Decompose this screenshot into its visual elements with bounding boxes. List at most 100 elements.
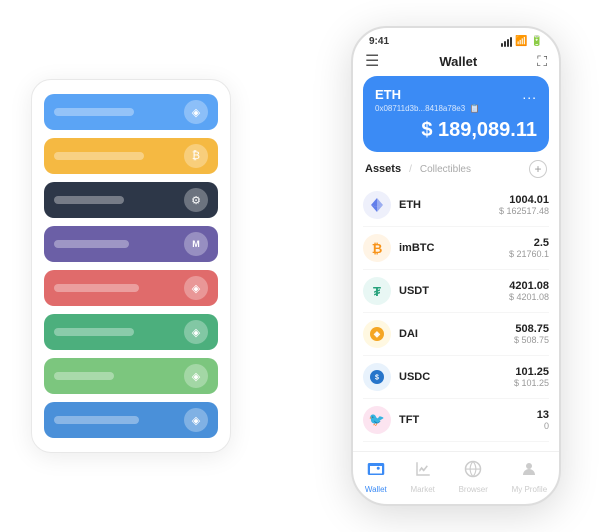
asset-list: ETH 1004.01 $ 162517.48 ₿ imBTC 2.5 $ 21… bbox=[353, 184, 559, 451]
card-bar-7 bbox=[54, 372, 114, 380]
dai-icon: ◈ bbox=[363, 320, 391, 348]
card-coin-icon-5: ◈ bbox=[184, 276, 208, 300]
scene: ◈ ₿ ⚙ M ◈ ◈ ◈ ◈ bbox=[21, 16, 581, 516]
market-nav-icon bbox=[414, 460, 432, 483]
wallet-nav-icon bbox=[367, 460, 385, 483]
eth-card-address: 0x08711d3b...8418a78e3 📋 bbox=[375, 104, 537, 113]
card-coin-icon-7: ◈ bbox=[184, 364, 208, 388]
dai-values: 508.75 $ 508.75 bbox=[514, 323, 549, 345]
phone-mockup: 9:41 📶 🔋 ☰ Wallet ⛶ bbox=[351, 26, 561, 506]
status-bar: 9:41 📶 🔋 bbox=[353, 28, 559, 51]
card-coin-icon-1: ◈ bbox=[184, 100, 208, 124]
tft-values: 13 0 bbox=[537, 409, 549, 431]
eth-card-amount: $ 189,089.11 bbox=[375, 119, 537, 142]
tft-usd: 0 bbox=[537, 421, 549, 431]
imbtc-values: 2.5 $ 21760.1 bbox=[509, 237, 549, 259]
add-asset-button[interactable]: + bbox=[529, 160, 547, 178]
card-bar-5 bbox=[54, 284, 139, 292]
usdt-values: 4201.08 $ 4201.08 bbox=[509, 280, 549, 302]
bottom-nav: Wallet Market Browser My Profile bbox=[353, 451, 559, 504]
eth-amount: 1004.01 bbox=[499, 194, 549, 206]
eth-usd: $ 162517.48 bbox=[499, 206, 549, 216]
menu-icon[interactable]: ☰ bbox=[365, 54, 379, 70]
eth-icon bbox=[363, 191, 391, 219]
battery-icon: 🔋 bbox=[531, 36, 543, 47]
card-stack-item-2[interactable]: ₿ bbox=[44, 138, 218, 174]
eth-card-more-icon[interactable]: ... bbox=[522, 86, 537, 102]
imbtc-usd: $ 21760.1 bbox=[509, 249, 549, 259]
imbtc-icon: ₿ bbox=[363, 234, 391, 262]
card-stack-item-4[interactable]: M bbox=[44, 226, 218, 262]
usdt-name: USDT bbox=[399, 285, 509, 297]
usdt-icon: ₮ bbox=[363, 277, 391, 305]
card-stack-item-8[interactable]: ◈ bbox=[44, 402, 218, 438]
svg-text:$: $ bbox=[375, 375, 379, 382]
card-stack-item-6[interactable]: ◈ bbox=[44, 314, 218, 350]
nav-wallet-label: Wallet bbox=[365, 485, 387, 494]
status-time: 9:41 bbox=[369, 36, 389, 47]
tft-name: TFT bbox=[399, 414, 537, 426]
eth-name: ETH bbox=[399, 199, 499, 211]
eth-card[interactable]: ETH ... 0x08711d3b...8418a78e3 📋 $ 189,0… bbox=[363, 76, 549, 152]
nav-browser[interactable]: Browser bbox=[459, 460, 488, 494]
imbtc-amount: 2.5 bbox=[509, 237, 549, 249]
page-title: Wallet bbox=[439, 54, 477, 69]
eth-card-symbol: ETH bbox=[375, 87, 401, 102]
eth-values: 1004.01 $ 162517.48 bbox=[499, 194, 549, 216]
usdc-usd: $ 101.25 bbox=[514, 378, 549, 388]
asset-row-usdt[interactable]: ₮ USDT 4201.08 $ 4201.08 bbox=[363, 270, 549, 313]
card-coin-icon-4: M bbox=[184, 232, 208, 256]
phone-header: ☰ Wallet ⛶ bbox=[353, 51, 559, 76]
status-icons: 📶 🔋 bbox=[501, 36, 543, 47]
usdc-values: 101.25 $ 101.25 bbox=[514, 366, 549, 388]
card-coin-icon-3: ⚙ bbox=[184, 188, 208, 212]
svg-text:◈: ◈ bbox=[373, 330, 381, 339]
profile-nav-icon bbox=[520, 460, 538, 483]
tft-amount: 13 bbox=[537, 409, 549, 421]
dai-amount: 508.75 bbox=[514, 323, 549, 335]
wifi-icon: 📶 bbox=[515, 36, 527, 47]
card-stack-item-3[interactable]: ⚙ bbox=[44, 182, 218, 218]
asset-row-dai[interactable]: ◈ DAI 508.75 $ 508.75 bbox=[363, 313, 549, 356]
nav-market-label: Market bbox=[410, 485, 434, 494]
card-bar-4 bbox=[54, 240, 129, 248]
assets-header: Assets / Collectibles + bbox=[353, 160, 559, 184]
card-coin-icon-2: ₿ bbox=[184, 144, 208, 168]
asset-row-tft[interactable]: 🐦 TFT 13 0 bbox=[363, 399, 549, 442]
usdc-name: USDC bbox=[399, 371, 514, 383]
card-bar-2 bbox=[54, 152, 144, 160]
card-stack-item-1[interactable]: ◈ bbox=[44, 94, 218, 130]
nav-profile[interactable]: My Profile bbox=[512, 460, 548, 494]
card-bar-8 bbox=[54, 416, 139, 424]
nav-market[interactable]: Market bbox=[410, 460, 434, 494]
nav-browser-label: Browser bbox=[459, 485, 488, 494]
scan-icon[interactable]: ⛶ bbox=[537, 53, 547, 70]
card-stack: ◈ ₿ ⚙ M ◈ ◈ ◈ ◈ bbox=[31, 79, 231, 453]
usdc-amount: 101.25 bbox=[514, 366, 549, 378]
usdc-icon: $ bbox=[363, 363, 391, 391]
tft-icon: 🐦 bbox=[363, 406, 391, 434]
assets-tabs: Assets / Collectibles bbox=[365, 163, 471, 175]
tab-assets[interactable]: Assets bbox=[365, 163, 401, 175]
eth-card-header: ETH ... bbox=[375, 86, 537, 102]
tab-collectibles[interactable]: Collectibles bbox=[420, 164, 471, 175]
asset-row-usdc[interactable]: $ USDC 101.25 $ 101.25 bbox=[363, 356, 549, 399]
nav-wallet[interactable]: Wallet bbox=[365, 460, 387, 494]
dai-name: DAI bbox=[399, 328, 514, 340]
card-stack-item-5[interactable]: ◈ bbox=[44, 270, 218, 306]
card-coin-icon-8: ◈ bbox=[184, 408, 208, 432]
card-bar-1 bbox=[54, 108, 134, 116]
card-stack-item-7[interactable]: ◈ bbox=[44, 358, 218, 394]
card-bar-6 bbox=[54, 328, 134, 336]
card-bar-3 bbox=[54, 196, 124, 204]
nav-profile-label: My Profile bbox=[512, 485, 548, 494]
usdt-usd: $ 4201.08 bbox=[509, 292, 549, 302]
usdt-amount: 4201.08 bbox=[509, 280, 549, 292]
card-coin-icon-6: ◈ bbox=[184, 320, 208, 344]
dai-usd: $ 508.75 bbox=[514, 335, 549, 345]
imbtc-name: imBTC bbox=[399, 242, 509, 254]
signal-icon bbox=[501, 37, 512, 47]
asset-row-eth[interactable]: ETH 1004.01 $ 162517.48 bbox=[363, 184, 549, 227]
asset-row-imbtc[interactable]: ₿ imBTC 2.5 $ 21760.1 bbox=[363, 227, 549, 270]
browser-nav-icon bbox=[464, 460, 482, 483]
